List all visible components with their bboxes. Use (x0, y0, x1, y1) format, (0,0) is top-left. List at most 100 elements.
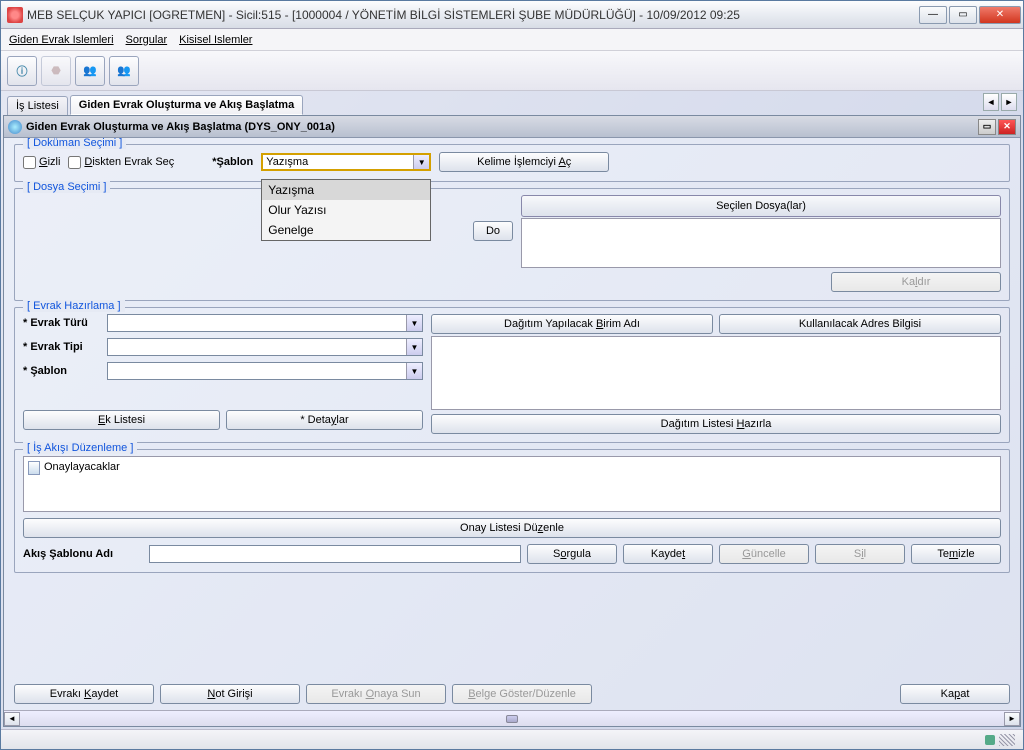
subwindow-titlebar: Giden Evrak Oluşturma ve Akış Başlatma (… (4, 116, 1020, 138)
users-pink-icon: 👥 (117, 64, 131, 77)
toolbar-users-button[interactable]: 👥 (75, 56, 105, 86)
sablon-option-yazisma[interactable]: Yazışma (262, 180, 430, 200)
sablon-dropdown-popup: Yazışma Olur Yazısı Genelge (261, 179, 431, 241)
toolbar: ⓘ ⬣ 👥 👥 (1, 51, 1023, 91)
not-girisi-button[interactable]: Not Girişi (160, 684, 300, 704)
akis-sablonu-adi-label: Akış Şablonu Adı (23, 548, 143, 560)
subwindow-close-button[interactable]: ✕ (998, 119, 1016, 135)
evrak-turu-combo[interactable]: ▼ (107, 314, 423, 332)
kelime-islemci-button[interactable]: Kelime İşlemciyi Aç (439, 152, 609, 172)
fieldset-is-akisi: [ İş Akışı Düzenleme ] Onaylayacaklar On… (14, 449, 1010, 573)
legend-dokuman-secimi: [ Doküman Seçimi ] (23, 138, 126, 149)
detaylar-label: * Detaylar (300, 414, 348, 426)
tab-next-button[interactable]: ► (1001, 93, 1017, 111)
menu-kisisel[interactable]: Kisisel Islemler (179, 34, 252, 46)
kaydet-label: Kaydet (651, 548, 685, 560)
sablon-combo[interactable]: Yazışma ▼ (261, 153, 431, 171)
close-button[interactable]: ✕ (979, 6, 1021, 24)
sablon-combo-value: Yazışma (266, 156, 308, 168)
sil-button[interactable]: Sil (815, 544, 905, 564)
kapat-label: Kapat (941, 688, 970, 700)
belge-goster-button[interactable]: Belge Göster/Düzenle (452, 684, 592, 704)
maximize-button[interactable]: ▭ (949, 6, 977, 24)
java-icon (7, 7, 23, 23)
diskten-label: Diskten Evrak Seç (84, 156, 174, 168)
kaldir-button[interactable]: Kaldır (831, 272, 1001, 292)
ek-listesi-button[interactable]: Ek Listesi (23, 410, 220, 430)
guncelle-button[interactable]: Güncelle (719, 544, 809, 564)
evrak-tipi-combo[interactable]: ▼ (107, 338, 423, 356)
evrak-turu-label: * Evrak Türü (23, 317, 101, 329)
sablon-label: *Şablon (212, 156, 253, 168)
dosya-sec-button[interactable]: Do (473, 221, 513, 241)
bottom-button-row: Evrakı Kaydet Not Girişi Evrakı Onaya Su… (4, 678, 1020, 710)
kaldir-label: Kaldır (902, 276, 931, 288)
evraki-kaydet-label: Evrakı Kaydet (50, 688, 119, 700)
secilen-dosya-listbox[interactable] (521, 218, 1001, 268)
detaylar-button[interactable]: * Detaylar (226, 410, 423, 430)
horizontal-scrollbar[interactable]: ◄ ► (4, 710, 1020, 726)
legend-evrak-hazirlama: [ Evrak Hazırlama ] (23, 300, 125, 312)
onay-listesi-duzenle-label: Onay Listesi Düzenle (460, 522, 564, 534)
gizli-checkbox[interactable] (23, 156, 36, 169)
info-icon: ⓘ (17, 63, 28, 79)
kapat-button[interactable]: Kapat (900, 684, 1010, 704)
dosya-sec-label-partial: Do (486, 225, 500, 237)
tab-row: İş Listesi Giden Evrak Oluşturma ve Akış… (3, 93, 1021, 115)
evrak-sablon-label: * Şablon (23, 365, 101, 377)
fieldset-evrak-hazirlama: [ Evrak Hazırlama ] * Evrak Türü ▼ * Evr… (14, 307, 1010, 443)
tab-giden-evrak[interactable]: Giden Evrak Oluşturma ve Akış Başlatma (70, 95, 303, 115)
evrak-sablon-combo[interactable]: ▼ (107, 362, 423, 380)
titlebar: MEB SELÇUK YAPICI [OGRETMEN] - Sicil:515… (1, 1, 1023, 29)
scroll-right-button[interactable]: ► (1004, 712, 1020, 726)
tab-prev-button[interactable]: ◄ (983, 93, 999, 111)
kelime-islemci-label: Kelime İşlemciyi Aç (477, 156, 571, 168)
content-area: İş Listesi Giden Evrak Oluşturma ve Akış… (1, 91, 1023, 729)
akis-sablonu-adi-input[interactable] (149, 545, 521, 563)
legend-is-akisi: [ İş Akışı Düzenleme ] (23, 442, 137, 454)
chevron-down-icon: ▼ (413, 155, 429, 169)
tab-is-listesi[interactable]: İş Listesi (7, 96, 68, 115)
ek-listesi-label: Ek Listesi (98, 414, 145, 426)
chevron-down-icon: ▼ (406, 363, 422, 379)
chevron-down-icon: ▼ (406, 315, 422, 331)
temizle-label: Temizle (937, 548, 974, 560)
statusbar (1, 729, 1023, 749)
adres-bilgisi-button[interactable]: Kullanılacak Adres Bilgisi (719, 314, 1001, 334)
temizle-button[interactable]: Temizle (911, 544, 1001, 564)
window-title: MEB SELÇUK YAPICI [OGRETMEN] - Sicil:515… (27, 8, 917, 22)
resize-grip-icon[interactable] (999, 734, 1015, 746)
toolbar-info-button[interactable]: ⓘ (7, 56, 37, 86)
gizli-label: Gizli (39, 156, 60, 168)
minimize-button[interactable]: — (919, 6, 947, 24)
menubar: Giden Evrak Islemleri Sorgular Kisisel I… (1, 29, 1023, 51)
form-body: [ Doküman Seçimi ] Gizli Diskten Evrak S… (4, 138, 1020, 678)
evrak-tipi-label: * Evrak Tipi (23, 341, 101, 353)
not-girisi-label: Not Girişi (207, 688, 252, 700)
onaylayacaklar-tree[interactable]: Onaylayacaklar (23, 456, 1001, 512)
scroll-thumb[interactable] (506, 715, 518, 723)
chevron-down-icon: ▼ (406, 339, 422, 355)
sablon-option-olur-yazisi[interactable]: Olur Yazısı (262, 200, 430, 220)
dagitim-birim-label: Dağıtım Yapılacak Birim Adı (504, 318, 640, 330)
kaydet-button[interactable]: Kaydet (623, 544, 713, 564)
dagitim-birim-button[interactable]: Dağıtım Yapılacak Birim Adı (431, 314, 713, 334)
menu-giden-evrak[interactable]: Giden Evrak Islemleri (9, 34, 114, 46)
subwindow-restore-button[interactable]: ▭ (978, 119, 996, 135)
sablon-option-genelge[interactable]: Genelge (262, 220, 430, 240)
fieldset-dosya-secimi: [ Dosya Seçimi ] Do Seçilen Dosya(lar) (14, 188, 1010, 301)
stop-icon: ⬣ (51, 64, 61, 77)
secilen-dosya-header: Seçilen Dosya(lar) (521, 195, 1001, 217)
menu-sorgular[interactable]: Sorgular (126, 34, 168, 46)
sorgula-button[interactable]: Sorgula (527, 544, 617, 564)
evraki-kaydet-button[interactable]: Evrakı Kaydet (14, 684, 154, 704)
diskten-checkbox[interactable] (68, 156, 81, 169)
toolbar-stop-button[interactable]: ⬣ (41, 56, 71, 86)
onay-listesi-duzenle-button[interactable]: Onay Listesi Düzenle (23, 518, 1001, 538)
evraki-onaya-sun-button[interactable]: Evrakı Onaya Sun (306, 684, 446, 704)
status-indicator-icon (985, 735, 995, 745)
scroll-left-button[interactable]: ◄ (4, 712, 20, 726)
toolbar-users-alt-button[interactable]: 👥 (109, 56, 139, 86)
dagitim-listbox[interactable] (431, 336, 1001, 410)
dagitim-hazirla-button[interactable]: Dağıtım Listesi Hazırla (431, 414, 1001, 434)
